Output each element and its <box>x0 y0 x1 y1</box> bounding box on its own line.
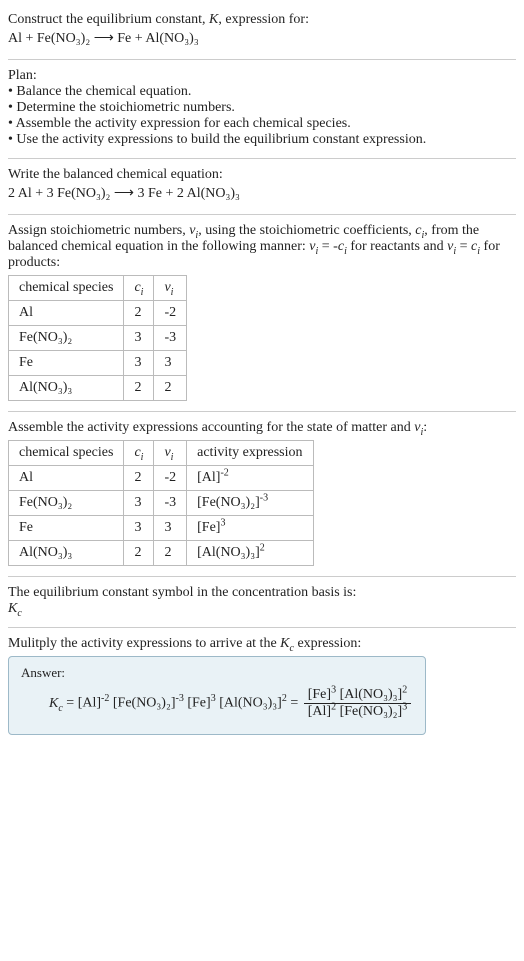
multiply-text: Mulitply the activity expressions to arr… <box>8 636 516 652</box>
balanced-heading: Write the balanced chemical equation: <box>8 167 516 183</box>
cell-species: Al(NO₃)₃ <box>9 376 124 401</box>
intro-equation: Al + Fe(NO₃)₂ ⟶ Fe + Al(NO₃)₃ <box>8 30 516 47</box>
cell-species: Fe(NO₃)₂ <box>9 491 124 516</box>
cell-activity: [Al]-2 <box>187 466 313 491</box>
activities-section: Assemble the activity expressions accoun… <box>8 412 516 576</box>
symbol-line1: The equilibrium constant symbol in the c… <box>8 585 516 601</box>
cell-ci: 2 <box>124 466 154 491</box>
assign-text: Assign stoichiometric numbers, νi, using… <box>8 223 516 271</box>
table-row: Fe 3 3 [Fe]3 <box>9 516 314 541</box>
assign-section: Assign stoichiometric numbers, νi, using… <box>8 215 516 411</box>
cell-ci: 2 <box>124 301 154 326</box>
cell-vi: 3 <box>154 351 187 376</box>
cell-activity: [Fe(NO₃)₂]-3 <box>187 491 313 516</box>
cell-activity: [Fe]3 <box>187 516 313 541</box>
table-row: Al(NO₃)₃ 2 2 <box>9 376 187 401</box>
table-row: Fe(NO₃)₂ 3 -3 <box>9 326 187 351</box>
fraction-denominator: [Al]2 [Fe(NO₃)₂]3 <box>304 703 411 720</box>
cell-ci: 3 <box>124 326 154 351</box>
intro-section: Construct the equilibrium constant, K, e… <box>8 4 516 59</box>
cell-vi: 3 <box>154 516 187 541</box>
table-header-row: chemical species ci νi activity expressi… <box>9 441 314 466</box>
col-vi: νi <box>154 441 187 466</box>
plan-heading: Plan: <box>8 68 516 84</box>
cell-species: Fe(NO₃)₂ <box>9 326 124 351</box>
plan-bullet-2: • Determine the stoichiometric numbers. <box>8 100 516 116</box>
symbol-section: The equilibrium constant symbol in the c… <box>8 577 516 627</box>
symbol-kc: Kc <box>8 601 516 617</box>
balanced-section: Write the balanced chemical equation: 2 … <box>8 159 516 214</box>
cell-ci: 2 <box>124 541 154 566</box>
answer-fraction: [Fe]3 [Al(NO₃)₃]2 [Al]2 [Fe(NO₃)₂]3 <box>304 687 411 720</box>
col-species: chemical species <box>9 276 124 301</box>
answer-label: Answer: <box>21 665 413 681</box>
answer-formula: Kc = [Al]-2 [Fe(NO₃)₂]-3 [Fe]3 [Al(NO₃)₃… <box>21 687 413 720</box>
table-row: Fe 3 3 <box>9 351 187 376</box>
cell-species: Al <box>9 301 124 326</box>
table-row: Fe(NO₃)₂ 3 -3 [Fe(NO₃)₂]-3 <box>9 491 314 516</box>
cell-ci: 3 <box>124 491 154 516</box>
fraction-numerator: [Fe]3 [Al(NO₃)₃]2 <box>304 687 411 703</box>
col-activity: activity expression <box>187 441 313 466</box>
cell-ci: 3 <box>124 516 154 541</box>
balanced-equation: 2 Al + 3 Fe(NO₃)₂ ⟶ 3 Fe + 2 Al(NO₃)₃ <box>8 185 516 202</box>
col-ci: ci <box>124 441 154 466</box>
answer-box: Answer: Kc = [Al]-2 [Fe(NO₃)₂]-3 [Fe]3 [… <box>8 656 426 735</box>
cell-species: Al <box>9 466 124 491</box>
plan-bullet-4: • Use the activity expressions to build … <box>8 132 516 148</box>
cell-species: Al(NO₃)₃ <box>9 541 124 566</box>
activities-text: Assemble the activity expressions accoun… <box>8 420 516 436</box>
col-species: chemical species <box>9 441 124 466</box>
col-ci: ci <box>124 276 154 301</box>
cell-ci: 3 <box>124 351 154 376</box>
cell-vi: 2 <box>154 541 187 566</box>
cell-vi: -2 <box>154 466 187 491</box>
col-vi: νi <box>154 276 187 301</box>
cell-vi: -3 <box>154 326 187 351</box>
plan-section: Plan: • Balance the chemical equation. •… <box>8 60 516 158</box>
cell-vi: 2 <box>154 376 187 401</box>
plan-bullet-3: • Assemble the activity expression for e… <box>8 116 516 132</box>
table-row: Al 2 -2 <box>9 301 187 326</box>
table-row: Al 2 -2 [Al]-2 <box>9 466 314 491</box>
activity-table: chemical species ci νi activity expressi… <box>8 440 314 566</box>
cell-species: Fe <box>9 351 124 376</box>
cell-vi: -3 <box>154 491 187 516</box>
stoich-table: chemical species ci νi Al 2 -2 Fe(NO₃)₂ … <box>8 275 187 401</box>
multiply-section: Mulitply the activity expressions to arr… <box>8 628 516 745</box>
cell-vi: -2 <box>154 301 187 326</box>
cell-activity: [Al(NO₃)₃]2 <box>187 541 313 566</box>
table-header-row: chemical species ci νi <box>9 276 187 301</box>
table-row: Al(NO₃)₃ 2 2 [Al(NO₃)₃]2 <box>9 541 314 566</box>
cell-species: Fe <box>9 516 124 541</box>
plan-bullet-1: • Balance the chemical equation. <box>8 84 516 100</box>
intro-line1: Construct the equilibrium constant, K, e… <box>8 12 516 28</box>
cell-ci: 2 <box>124 376 154 401</box>
